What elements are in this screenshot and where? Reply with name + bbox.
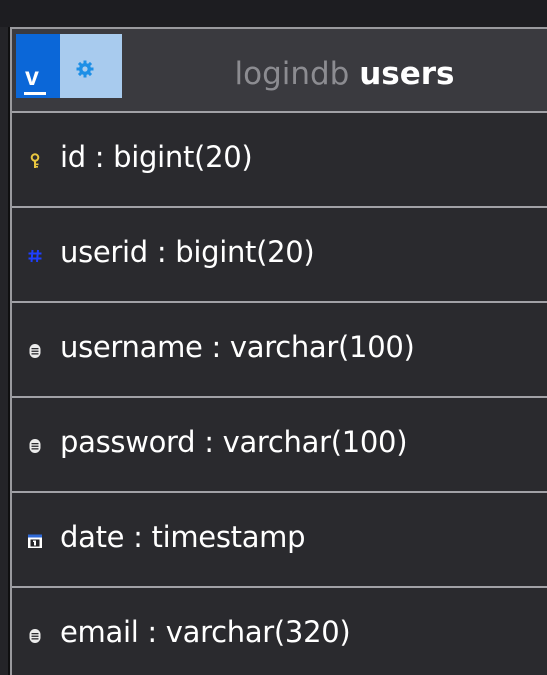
designer-canvas: v logindb users id: bigint(20) userid:… (0, 0, 547, 675)
column-row-username[interactable]: username : varchar(100) (12, 303, 547, 398)
table-name: users (359, 56, 455, 92)
column-row-email[interactable]: email : varchar(320) (12, 588, 547, 675)
table-card[interactable]: v logindb users id: bigint(20) userid:… (10, 27, 547, 675)
table-header[interactable]: v logindb users (12, 29, 547, 113)
toggle-underline (24, 92, 46, 95)
column-label: username : varchar(100) (60, 330, 415, 364)
column-label: email : varchar(320) (60, 615, 351, 649)
column-row-userid[interactable]: userid : bigint(20) (12, 208, 547, 303)
numeric-column-icon (28, 249, 42, 263)
text-column-icon (29, 344, 41, 358)
column-row-id[interactable]: id : bigint(20) (12, 113, 547, 208)
gear-icon (76, 60, 94, 78)
table-title[interactable]: logindb users (142, 59, 547, 90)
primary-key-icon (30, 153, 40, 168)
column-label: date : timestamp (60, 520, 306, 554)
column-label: id : bigint(20) (60, 140, 253, 174)
column-label: userid : bigint(20) (60, 235, 315, 269)
calendar-column-icon (28, 534, 42, 548)
canvas-top-strip (0, 0, 547, 27)
column-row-date[interactable]: date : timestamp (12, 493, 547, 588)
column-label: password : varchar(100) (60, 425, 408, 459)
text-column-icon (29, 629, 41, 643)
database-name: logindb (234, 56, 350, 92)
collapse-toggle-button[interactable]: v (16, 34, 60, 98)
text-column-icon (29, 439, 41, 453)
table-options-button[interactable] (60, 34, 122, 98)
column-row-password[interactable]: password : varchar(100) (12, 398, 547, 493)
collapse-toggle-label: v (25, 63, 39, 91)
